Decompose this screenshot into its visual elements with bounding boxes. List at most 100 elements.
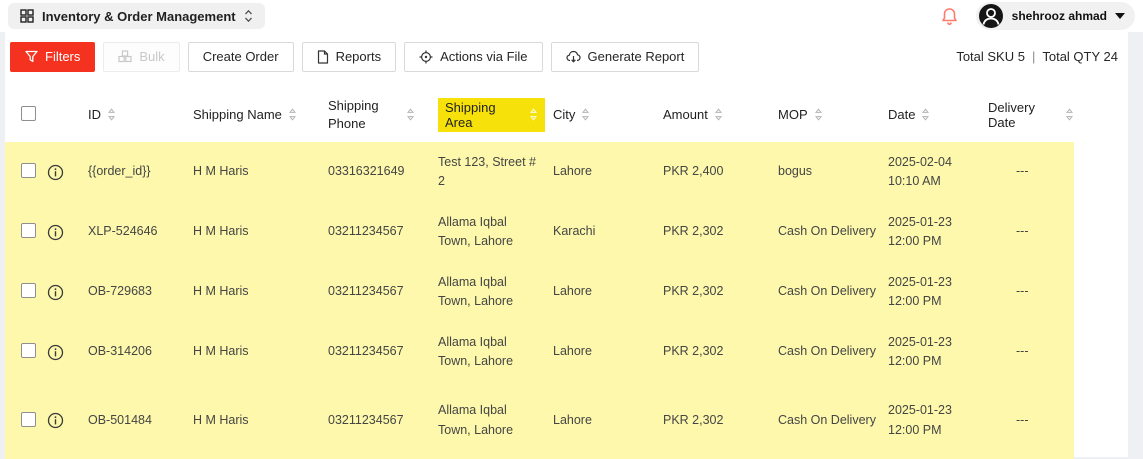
main-content: Filters Bulk Create Order Reports (5, 32, 1128, 457)
cell-id: OB-501484 (80, 411, 185, 430)
header-city[interactable]: City (545, 107, 655, 122)
cell-mop: Cash On Delivery (770, 342, 880, 361)
cell-delivery-date: --- (980, 222, 1074, 241)
page-title: Inventory & Order Management (42, 9, 236, 24)
caret-down-icon (1115, 13, 1125, 19)
header-delivery-date[interactable]: Delivery Date (980, 100, 1074, 130)
sort-icon (288, 108, 297, 121)
cell-city: Lahore (545, 342, 655, 361)
crosshair-icon (419, 50, 433, 64)
cell-shipping-area: Allama Iqbal Town, Lahore (430, 401, 536, 440)
totals-summary: Total SKU 5 | Total QTY 24 (956, 49, 1120, 64)
filters-button[interactable]: Filters (10, 42, 95, 72)
cell-delivery-date: --- (980, 342, 1074, 361)
sort-icon (714, 108, 723, 121)
cell-shipping-name: H M Haris (185, 411, 320, 430)
info-icon[interactable] (47, 284, 64, 301)
bulk-button[interactable]: Bulk (103, 42, 179, 72)
row-checkbox[interactable] (21, 223, 36, 238)
sort-icon (529, 108, 538, 121)
filters-label: Filters (45, 49, 80, 64)
header-mop[interactable]: MOP (770, 107, 880, 122)
table-row: OB-729683 H M Haris 03211234567 Allama I… (5, 262, 1074, 322)
row-checkbox[interactable] (21, 412, 36, 427)
info-icon[interactable] (47, 164, 64, 181)
header-shipping-area[interactable]: Shipping Area (430, 98, 545, 132)
cell-shipping-area: Allama Iqbal Town, Lahore (430, 333, 536, 372)
cell-date: 2025-01-23 12:00 PM (880, 273, 980, 312)
cell-shipping-phone: 03211234567 (320, 222, 430, 241)
cell-city: Karachi (545, 222, 655, 241)
select-all-checkbox[interactable] (21, 106, 36, 121)
sort-icon (107, 108, 116, 121)
header-date[interactable]: Date (880, 107, 980, 122)
cell-shipping-phone: 03316321649 (320, 162, 430, 181)
cell-date: 2025-01-23 12:00 PM (880, 401, 980, 440)
cell-date: 2025-01-23 12:00 PM (880, 213, 980, 252)
cell-shipping-phone: 03211234567 (320, 342, 430, 361)
top-bar: Inventory & Order Management shehr (0, 0, 1143, 32)
cell-mop: Cash On Delivery (770, 282, 880, 301)
info-icon[interactable] (47, 224, 64, 241)
reports-label: Reports (336, 49, 382, 64)
cell-amount: PKR 2,400 (655, 162, 770, 181)
cell-city: Lahore (545, 162, 655, 181)
total-qty: Total QTY 24 (1042, 49, 1118, 64)
cell-mop: bogus (770, 162, 880, 181)
module-switcher[interactable]: Inventory & Order Management (8, 3, 265, 29)
header-id[interactable]: ID (80, 107, 185, 122)
user-menu[interactable]: shehrooz ahmad (976, 2, 1135, 30)
row-checkbox[interactable] (21, 163, 36, 178)
cell-shipping-name: H M Haris (185, 222, 320, 241)
cell-shipping-phone: 03211234567 (320, 282, 430, 301)
cell-date: 2025-01-23 12:00 PM (880, 333, 980, 372)
cell-shipping-name: H M Haris (185, 282, 320, 301)
cell-shipping-phone: 03211234567 (320, 411, 430, 430)
table-row: {{order_id}} H M Haris 03316321649 Test … (5, 142, 1074, 202)
user-name: shehrooz ahmad (1012, 9, 1107, 23)
cell-date: 2025-02-04 10:10 AM (880, 153, 980, 192)
reports-button[interactable]: Reports (302, 42, 397, 72)
cell-mop: Cash On Delivery (770, 222, 880, 241)
sort-icon (921, 108, 930, 121)
cell-id: OB-314206 (80, 342, 185, 361)
document-icon (317, 50, 329, 64)
cell-shipping-name: H M Haris (185, 162, 320, 181)
cell-delivery-date: --- (980, 282, 1074, 301)
funnel-icon (25, 50, 38, 63)
table-header-row: ID Shipping Name Shipping Phone Shipping… (5, 87, 1074, 142)
sort-icon (1065, 108, 1074, 121)
actions-via-file-button[interactable]: Actions via File (404, 42, 542, 72)
avatar (978, 3, 1004, 29)
header-shipping-name[interactable]: Shipping Name (185, 107, 320, 122)
table-body: {{order_id}} H M Haris 03316321649 Test … (5, 142, 1074, 459)
create-order-button[interactable]: Create Order (188, 42, 294, 72)
cell-amount: PKR 2,302 (655, 342, 770, 361)
notification-bell-icon[interactable] (941, 7, 958, 26)
cell-shipping-area: Allama Iqbal Town, Lahore (430, 213, 536, 252)
cell-city: Lahore (545, 411, 655, 430)
table-row: XLP-524646 H M Haris 03211234567 Allama … (5, 202, 1074, 262)
cell-amount: PKR 2,302 (655, 411, 770, 430)
info-icon[interactable] (47, 412, 64, 429)
cell-city: Lahore (545, 282, 655, 301)
header-amount[interactable]: Amount (655, 107, 770, 122)
sort-icon (814, 108, 823, 121)
cell-shipping-area: Allama Iqbal Town, Lahore (430, 273, 536, 312)
header-shipping-phone[interactable]: Shipping Phone (320, 97, 430, 132)
toolbar: Filters Bulk Create Order Reports (5, 32, 1128, 72)
table-row: OB-501484 H M Haris 03211234567 Allama I… (5, 382, 1074, 459)
generate-report-label: Generate Report (588, 49, 685, 64)
actions-via-file-label: Actions via File (440, 49, 527, 64)
cell-amount: PKR 2,302 (655, 282, 770, 301)
cloud-download-icon (566, 50, 581, 63)
totals-separator: | (1032, 49, 1035, 64)
chevron-up-down-icon (244, 9, 253, 23)
row-checkbox[interactable] (21, 343, 36, 358)
cell-id: {{order_id}} (80, 162, 185, 181)
info-icon[interactable] (47, 344, 64, 361)
grid-icon (20, 9, 34, 23)
cell-delivery-date: --- (980, 162, 1074, 181)
row-checkbox[interactable] (21, 283, 36, 298)
generate-report-button[interactable]: Generate Report (551, 42, 700, 72)
